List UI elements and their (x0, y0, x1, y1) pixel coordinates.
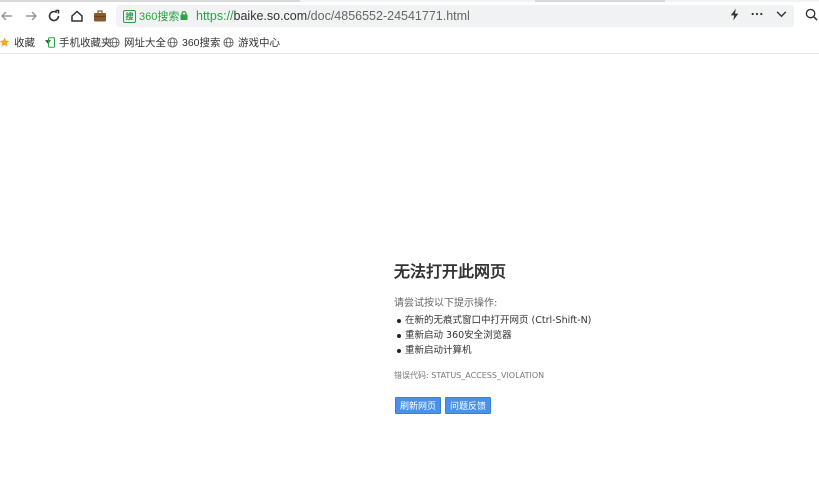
bookmark-label: 网址大全 (124, 36, 166, 49)
error-code: 错误代码: STATUS_ACCESS_VIOLATION (394, 371, 545, 380)
bookmark-label: 收藏 (14, 36, 35, 49)
error-title: 无法打开此网页 (394, 264, 507, 281)
lightning-icon[interactable] (727, 6, 743, 22)
bookmark-mobile-favorites[interactable]: 手机收藏夹 (48, 34, 112, 50)
reload-icon[interactable] (44, 6, 64, 26)
search-icon[interactable] (803, 6, 819, 22)
bookmark-game-center[interactable]: 游戏中心 (223, 34, 280, 50)
refresh-button[interactable]: 刷新网页 (395, 397, 442, 414)
error-hint: 请尝试按以下提示操作: (394, 298, 498, 309)
chrome-divider (0, 53, 819, 54)
error-panel: 无法打开此网页 请尝试按以下提示操作: 在新的无痕式窗口中打开网页 (Ctrl-… (394, 262, 694, 414)
globe-icon (167, 36, 178, 48)
bookmark-favorites[interactable]: 收藏 (0, 34, 51, 50)
lock-icon[interactable] (180, 11, 188, 20)
list-item: 重新启动计算机 (394, 343, 694, 358)
url-host: baike.so.com (233, 9, 308, 23)
more-icon[interactable] (749, 6, 765, 22)
bookmark-label: 手机收藏夹 (59, 36, 112, 49)
list-item: 重新启动 360安全浏览器 (394, 328, 694, 343)
feedback-button[interactable]: 问题反馈 (445, 397, 492, 414)
search-logo-icon: 搜 (123, 9, 136, 23)
list-item: 在新的无痕式窗口中打开网页 (Ctrl-Shift-N) (394, 313, 694, 328)
forward-icon[interactable] (21, 6, 41, 26)
toolbar: 搜 360搜索 https://baike.so.com/doc/4856552… (0, 2, 819, 30)
bookmarks-bar: 收藏 手机收藏夹 网址大全 360搜索 游戏中心 (0, 31, 819, 51)
address-bar[interactable]: 搜 360搜索 https://baike.so.com/doc/4856552… (116, 5, 794, 27)
browser-chrome: 搜 360搜索 https://baike.so.com/doc/4856552… (0, 0, 819, 54)
phone-icon (48, 36, 55, 48)
url-text[interactable]: https://baike.so.com/doc/4856552-2454177… (196, 8, 470, 24)
bookmark-site-directory[interactable]: 网址大全 (109, 34, 166, 50)
bookmark-label: 游戏中心 (238, 36, 280, 49)
star-icon (0, 36, 10, 47)
briefcase-icon[interactable] (90, 6, 110, 26)
url-scheme: https:// (196, 9, 234, 23)
back-icon[interactable] (0, 6, 17, 26)
error-actions: 刷新网页 问题反馈 (394, 397, 694, 414)
home-icon[interactable] (67, 6, 87, 26)
bookmark-360-search[interactable]: 360搜索 (167, 34, 221, 50)
bookmark-label: 360搜索 (182, 36, 221, 49)
chevron-down-icon[interactable] (773, 6, 789, 22)
url-path: /doc/4856552-24541771.html (307, 9, 470, 23)
site-badge[interactable]: 搜 360搜索 (123, 8, 179, 24)
site-badge-label: 360搜索 (139, 11, 180, 23)
globe-icon (223, 36, 234, 48)
globe-icon (109, 36, 120, 48)
suggestion-list: 在新的无痕式窗口中打开网页 (Ctrl-Shift-N) 重新启动 360安全浏… (394, 313, 694, 358)
